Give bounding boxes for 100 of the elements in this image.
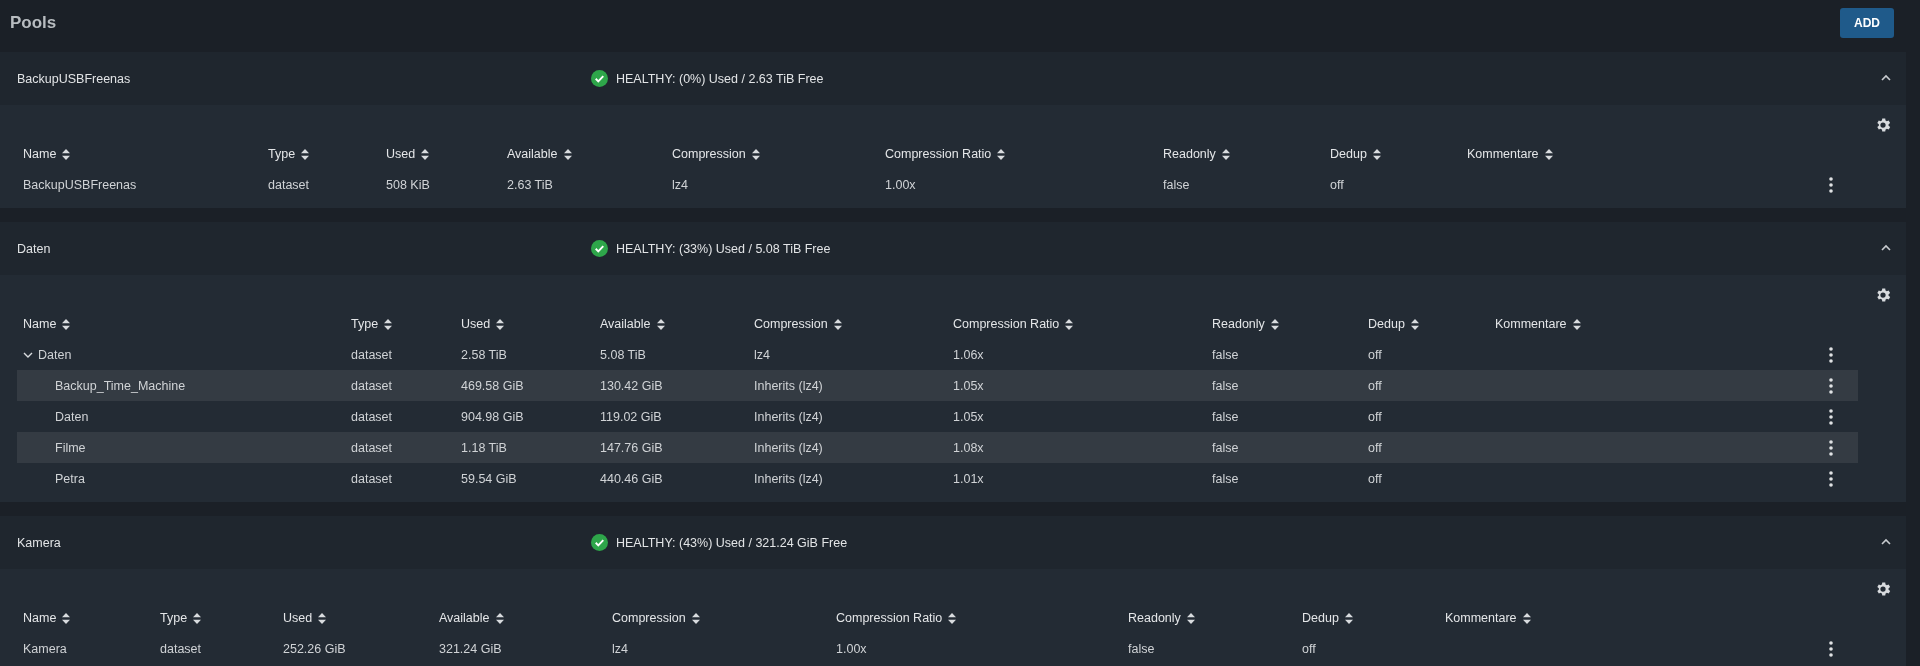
- column-header[interactable]: Kommentare: [1467, 147, 1553, 161]
- table-cell: lz4: [612, 641, 628, 656]
- column-header[interactable]: Readonly: [1163, 147, 1230, 161]
- sort-icon: [833, 318, 842, 330]
- sort-icon: [62, 612, 71, 624]
- column-header[interactable]: Readonly: [1212, 317, 1279, 331]
- column-header[interactable]: Name: [23, 317, 71, 331]
- table-cell: 1.00x: [836, 641, 867, 656]
- sort-icon: [563, 148, 572, 160]
- sort-icon: [1221, 148, 1230, 160]
- table-cell: dataset: [351, 471, 392, 486]
- table-cell: lz4: [672, 177, 688, 192]
- pool-name: Kamera: [17, 535, 61, 550]
- pool-status: HEALTHY: (43%) Used / 321.24 GiB Free: [616, 535, 848, 550]
- table-cell: 147.76 GiB: [600, 440, 663, 455]
- table-cell: 1.06x: [953, 347, 984, 362]
- pool-name: BackupUSBFreenas: [17, 71, 131, 86]
- table-cell: dataset: [351, 409, 392, 424]
- table-cell: false: [1212, 471, 1239, 486]
- column-header[interactable]: Dedup: [1368, 317, 1419, 331]
- column-header[interactable]: Available: [600, 317, 665, 331]
- dataset-name: Daten: [38, 347, 72, 362]
- column-header[interactable]: Used: [386, 147, 430, 161]
- column-header[interactable]: Type: [268, 147, 310, 161]
- table-cell: 1.05x: [953, 378, 984, 393]
- column-header[interactable]: Readonly: [1128, 611, 1195, 625]
- table-cell: off: [1368, 440, 1382, 455]
- table-cell: 1.00x: [885, 177, 916, 192]
- column-header[interactable]: Used: [283, 611, 327, 625]
- sort-icon: [384, 318, 393, 330]
- table-cell: dataset: [351, 378, 392, 393]
- table-cell: false: [1212, 440, 1239, 455]
- column-header[interactable]: Compression: [612, 611, 700, 625]
- table-cell: off: [1302, 641, 1316, 656]
- table-cell: Inherits (lz4): [754, 471, 823, 486]
- column-header[interactable]: Type: [351, 317, 393, 331]
- table-cell: 321.24 GiB: [439, 641, 502, 656]
- table-cell: off: [1368, 378, 1382, 393]
- add-button[interactable]: ADD: [1840, 8, 1894, 38]
- sort-icon: [948, 612, 957, 624]
- column-header[interactable]: Used: [461, 317, 505, 331]
- column-header[interactable]: Compression Ratio: [836, 611, 957, 625]
- table-cell: Inherits (lz4): [754, 378, 823, 393]
- dataset-name: Backup_Time_Machine: [55, 378, 186, 393]
- column-header[interactable]: Compression Ratio: [885, 147, 1006, 161]
- dataset-name: Petra: [55, 471, 85, 486]
- table-cell: Inherits (lz4): [754, 409, 823, 424]
- table-cell: off: [1330, 177, 1344, 192]
- table-cell: 59.54 GiB: [461, 471, 517, 486]
- table-cell: Inherits (lz4): [754, 440, 823, 455]
- column-header[interactable]: Kommentare: [1445, 611, 1531, 625]
- column-header[interactable]: Name: [23, 611, 71, 625]
- column-header[interactable]: Dedup: [1302, 611, 1353, 625]
- table-cell: 119.02 GiB: [600, 409, 662, 424]
- dataset-name: Filme: [55, 440, 86, 455]
- table-cell: 2.63 TiB: [507, 177, 553, 192]
- column-header[interactable]: Compression: [754, 317, 842, 331]
- page-title: Pools: [10, 13, 57, 33]
- table-cell: 1.18 TiB: [461, 440, 507, 455]
- table-cell: 904.98 GiB: [461, 409, 524, 424]
- column-header[interactable]: Available: [439, 611, 504, 625]
- column-header[interactable]: Compression: [672, 147, 760, 161]
- sort-icon: [1372, 148, 1381, 160]
- column-header[interactable]: Available: [507, 147, 572, 161]
- table-cell: 1.08x: [953, 440, 984, 455]
- sort-icon: [193, 612, 202, 624]
- table-cell: off: [1368, 471, 1382, 486]
- column-header[interactable]: Kommentare: [1495, 317, 1581, 331]
- column-header[interactable]: Compression Ratio: [953, 317, 1074, 331]
- table-cell: dataset: [351, 440, 392, 455]
- table-cell: 1.01x: [953, 471, 984, 486]
- sort-icon: [1544, 148, 1553, 160]
- table-cell: 5.08 TiB: [600, 347, 646, 362]
- table-cell: false: [1212, 409, 1239, 424]
- dataset-name: Daten: [55, 409, 89, 424]
- sort-icon: [495, 612, 504, 624]
- sort-icon: [421, 148, 430, 160]
- table-cell: false: [1163, 177, 1190, 192]
- sort-icon: [997, 148, 1006, 160]
- table-cell: 1.05x: [953, 409, 984, 424]
- pool-status: HEALTHY: (33%) Used / 5.08 TiB Free: [616, 241, 831, 256]
- sort-icon: [1065, 318, 1074, 330]
- table-cell: 252.26 GiB: [283, 641, 346, 656]
- table-cell: false: [1212, 378, 1239, 393]
- sort-icon: [1186, 612, 1195, 624]
- table-cell: dataset: [160, 641, 201, 656]
- column-header[interactable]: Type: [160, 611, 202, 625]
- sort-icon: [1344, 612, 1353, 624]
- table-cell: 440.46 GiB: [600, 471, 663, 486]
- pool-status: HEALTHY: (0%) Used / 2.63 TiB Free: [616, 71, 824, 86]
- pool-name: Daten: [17, 241, 51, 256]
- column-header[interactable]: Name: [23, 147, 71, 161]
- column-header[interactable]: Dedup: [1330, 147, 1381, 161]
- table-cell: dataset: [351, 347, 392, 362]
- table-cell: dataset: [268, 177, 309, 192]
- table-cell: false: [1128, 641, 1155, 656]
- sort-icon: [496, 318, 505, 330]
- sort-icon: [656, 318, 665, 330]
- sort-icon: [1522, 612, 1531, 624]
- sort-icon: [1410, 318, 1419, 330]
